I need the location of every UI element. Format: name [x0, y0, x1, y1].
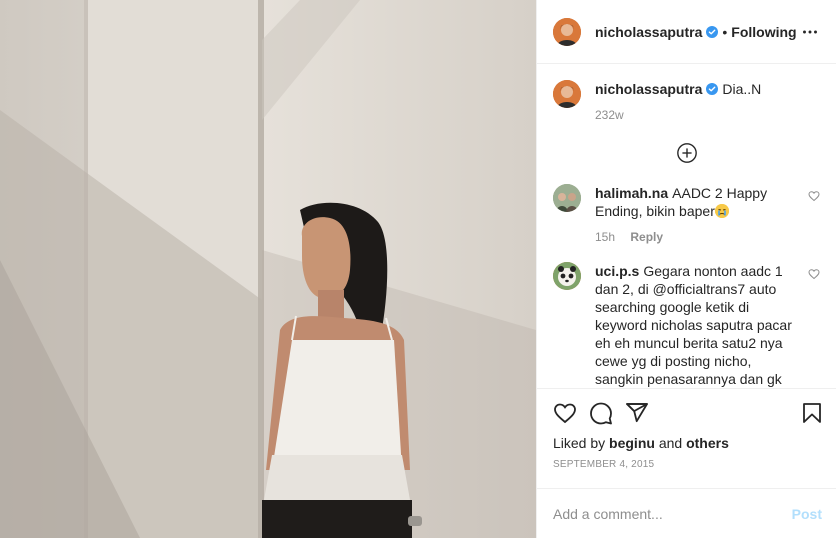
comment-username[interactable]: uci.p.s	[595, 263, 639, 279]
following-button[interactable]: Following	[731, 24, 796, 40]
comment-age[interactable]: 15h	[595, 230, 615, 244]
comments-section[interactable]: nicholassaputra Dia..N 232w halimah.na A…	[537, 64, 836, 388]
post-header: nicholassaputra • Following	[537, 0, 836, 64]
commenter-avatar[interactable]	[553, 184, 581, 212]
author-avatar[interactable]	[553, 17, 581, 46]
caption-text: Dia..N	[722, 81, 762, 97]
comment-icon[interactable]	[589, 401, 613, 425]
caption-age[interactable]: 232w	[595, 108, 624, 122]
bookmark-icon[interactable]	[800, 401, 824, 425]
author-username[interactable]: nicholassaputra	[595, 24, 702, 40]
share-icon[interactable]	[625, 401, 649, 425]
comment-body: uci.p.s Gegara nonton aadc 1 dan 2, di @o…	[595, 262, 800, 388]
likes-conj: and	[658, 435, 683, 451]
like-comment-heart-icon[interactable]	[808, 268, 820, 280]
liked-by-others[interactable]: others	[686, 435, 729, 451]
comment-username[interactable]: halimah.na	[595, 185, 668, 201]
verified-badge-icon	[706, 25, 719, 38]
caption-meta: 232w	[595, 106, 820, 124]
comment-input[interactable]	[553, 505, 792, 522]
post-actions: Liked by beginu and others SEPTEMBER 4, …	[537, 388, 836, 488]
verified-badge-icon	[706, 83, 719, 95]
crying-face-emoji-icon	[714, 204, 729, 218]
comment-item: halimah.na AADC 2 Happy Ending, bikin bap…	[553, 184, 820, 246]
comment-item: uci.p.s Gegara nonton aadc 1 dan 2, di @o…	[553, 262, 820, 388]
post-viewer: nicholassaputra • Following nicholassapu…	[0, 0, 836, 538]
comment-text: Gegara nonton aadc 1 dan 2, di @official…	[595, 263, 792, 387]
reply-button[interactable]: Reply	[630, 230, 663, 244]
post-comment-button[interactable]: Post	[792, 506, 822, 522]
heart-icon[interactable]	[553, 401, 577, 425]
commenter-avatar[interactable]	[553, 262, 581, 290]
like-comment-heart-icon[interactable]	[808, 190, 820, 202]
more-options-icon[interactable]	[798, 20, 822, 44]
plus-circle-icon[interactable]	[676, 142, 698, 164]
comment-meta: 15h Reply	[595, 228, 800, 246]
photo-illustration	[0, 0, 536, 538]
load-more-comments[interactable]	[553, 142, 820, 164]
action-icons	[553, 397, 824, 429]
likes-prefix: Liked by	[553, 435, 606, 451]
caption-body: nicholassaputra Dia..N 232w	[595, 80, 820, 124]
likes-summary: Liked by beginu and others	[553, 435, 824, 451]
post-photo[interactable]	[0, 0, 536, 538]
add-comment-bar: Post	[537, 488, 836, 538]
caption-username[interactable]: nicholassaputra	[595, 81, 702, 97]
header-separator: •	[722, 23, 728, 40]
post-sidebar: nicholassaputra • Following nicholassapu…	[536, 0, 836, 538]
comment-body: halimah.na AADC 2 Happy Ending, bikin bap…	[595, 184, 800, 246]
header-text: nicholassaputra • Following	[595, 24, 798, 40]
liked-by-user[interactable]: beginu	[609, 435, 655, 451]
caption-avatar[interactable]	[553, 80, 581, 108]
caption-row: nicholassaputra Dia..N 232w	[553, 80, 820, 124]
post-date[interactable]: SEPTEMBER 4, 2015	[553, 459, 824, 470]
